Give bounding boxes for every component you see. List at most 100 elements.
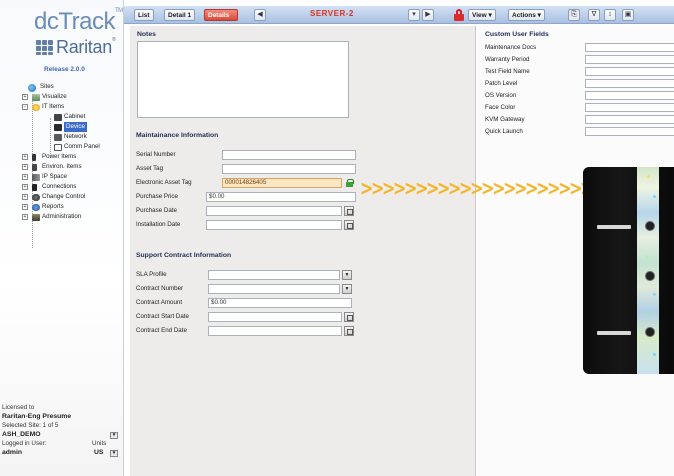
expand-icon[interactable]: +	[22, 154, 28, 160]
calendar-icon[interactable]	[344, 206, 354, 216]
tree-item-change-control[interactable]: + Change Control	[22, 192, 124, 202]
device-tab	[597, 225, 631, 229]
asset-tag-input[interactable]	[222, 164, 356, 174]
custom-field-input[interactable]	[585, 103, 674, 112]
tree-item-administration[interactable]: + Administration	[22, 212, 124, 222]
purchase-price-input[interactable]: $0.00	[206, 192, 356, 202]
asset-tag-label: Asset Tag	[136, 165, 164, 172]
expand-icon[interactable]: +	[22, 184, 28, 190]
filter-icon[interactable]: ∇	[588, 9, 600, 21]
expand-icon[interactable]: +	[22, 194, 28, 200]
tree-item-ip-space[interactable]: + IP Space	[22, 172, 124, 182]
expand-icon[interactable]: +	[22, 164, 28, 170]
tree-item-environ-items[interactable]: + Environ. Items	[22, 162, 124, 172]
expand-icon[interactable]: +	[22, 204, 28, 210]
unlock-icon[interactable]	[346, 179, 354, 187]
contract-amount-input[interactable]: $0.00	[208, 298, 352, 308]
custom-field-label: Test Field Name	[485, 68, 530, 75]
sort-icon[interactable]: ↕	[604, 9, 616, 21]
custom-field-input[interactable]	[585, 55, 674, 64]
custom-field-input[interactable]	[585, 127, 674, 136]
custom-field-label: Quick Launch	[485, 128, 523, 135]
expand-icon[interactable]: +	[22, 214, 28, 220]
contract-start-date-label: Contract Start Date	[136, 313, 189, 320]
next-record-icon[interactable]: ▶	[422, 9, 434, 21]
contract-end-date-input[interactable]	[208, 326, 342, 336]
tree-item-network[interactable]: Network	[28, 132, 124, 142]
led-icon	[653, 353, 656, 356]
custom-field-input[interactable]	[585, 79, 674, 88]
serial-number-row: Serial Number	[136, 150, 366, 160]
detail-button[interactable]: Detail 1	[164, 9, 196, 21]
connections-icon	[32, 183, 37, 191]
list-button[interactable]: List	[134, 9, 154, 21]
tree-item-connections[interactable]: + Connections	[22, 182, 124, 192]
sla-profile-row: SLA Profile ▼	[136, 270, 366, 280]
custom-field-input[interactable]	[585, 91, 674, 100]
actions-menu-button[interactable]: Actions ▾	[508, 9, 545, 21]
contract-start-date-input[interactable]	[208, 312, 342, 322]
installation-date-input[interactable]	[206, 220, 342, 230]
serial-number-label: Serial Number	[136, 151, 176, 158]
calendar-icon[interactable]	[344, 220, 354, 230]
tree-item-it-items[interactable]: − IT Items	[22, 102, 124, 112]
calendar-icon[interactable]	[344, 326, 354, 336]
site-dropdown-icon[interactable]: ▾	[110, 432, 118, 439]
custom-field-row: Warranty Period	[485, 55, 674, 65]
tree-item-visualize[interactable]: + Visualize	[22, 92, 124, 102]
visualize-icon	[32, 93, 40, 101]
chevron-down-icon[interactable]: ▼	[342, 270, 352, 280]
chevron-down-icon[interactable]: ▼	[342, 284, 352, 294]
collapse-icon[interactable]: −	[22, 104, 28, 110]
tree-item-comm-panel[interactable]: Comm Panel	[28, 142, 124, 152]
details-panel: Notes Maintainance Information Serial Nu…	[130, 26, 476, 476]
view-label: View	[472, 12, 487, 19]
copy-icon[interactable]: ⎘	[568, 9, 580, 21]
calendar-icon[interactable]	[344, 312, 354, 322]
expand-icon[interactable]: +	[22, 94, 28, 100]
view-menu-button[interactable]: View ▾	[468, 9, 496, 21]
licensed-label: Licensed to	[2, 404, 35, 411]
electronic-asset-tag-input[interactable]: 000014826405	[222, 178, 342, 188]
lock-icon[interactable]	[454, 9, 464, 21]
expand-icon[interactable]: +	[22, 174, 28, 180]
change-control-icon	[32, 193, 40, 201]
tree-item-sites[interactable]: Sites	[28, 82, 124, 92]
units-dropdown-icon[interactable]: ▾	[110, 450, 118, 457]
licensee-name: Raritan-Eng Presume	[2, 413, 72, 420]
tree-item-device[interactable]: Device	[28, 122, 124, 132]
record-title: SERVER-2	[310, 9, 354, 18]
serial-number-input[interactable]	[222, 150, 356, 160]
tree-item-power-items[interactable]: + Power Items	[22, 152, 124, 162]
raritan-logo-icon	[36, 40, 54, 56]
save-icon[interactable]: ▣	[622, 9, 634, 21]
custom-field-row: Test Field Name	[485, 67, 674, 77]
tree-item-cabinet[interactable]: Cabinet	[28, 112, 124, 122]
purchase-date-row: Purchase Date	[136, 206, 366, 216]
user-row: admin US ▾	[2, 449, 122, 458]
user-name: admin	[2, 449, 23, 456]
sla-profile-select[interactable]	[208, 270, 340, 280]
details-tab-button[interactable]: Details	[204, 9, 238, 21]
custom-field-input[interactable]	[585, 43, 674, 52]
device-tab	[597, 331, 631, 335]
custom-field-input[interactable]	[585, 67, 674, 76]
custom-field-row: Maintenance Docs	[485, 43, 674, 53]
record-dropdown-icon[interactable]: ▾	[408, 9, 420, 21]
custom-field-input[interactable]	[585, 115, 674, 124]
previous-record-icon[interactable]: ◀	[254, 9, 266, 21]
purchase-date-input[interactable]	[206, 206, 342, 216]
sla-profile-label: SLA Profile	[136, 271, 167, 278]
led-icon	[647, 175, 650, 178]
raritan-logo: Raritan®	[56, 37, 116, 57]
contract-number-select[interactable]	[208, 284, 340, 294]
port-icon	[645, 221, 655, 231]
environ-icon	[32, 163, 37, 171]
custom-field-label: Patch Level	[485, 80, 518, 87]
tree-item-reports[interactable]: + Reports	[22, 202, 124, 212]
it-items-icon	[32, 103, 40, 111]
site-selector[interactable]: ASH_DEMO ▾	[2, 431, 122, 440]
site-name: ASH_DEMO	[2, 431, 41, 438]
notes-textarea[interactable]	[137, 41, 349, 118]
led-icon	[646, 255, 649, 258]
